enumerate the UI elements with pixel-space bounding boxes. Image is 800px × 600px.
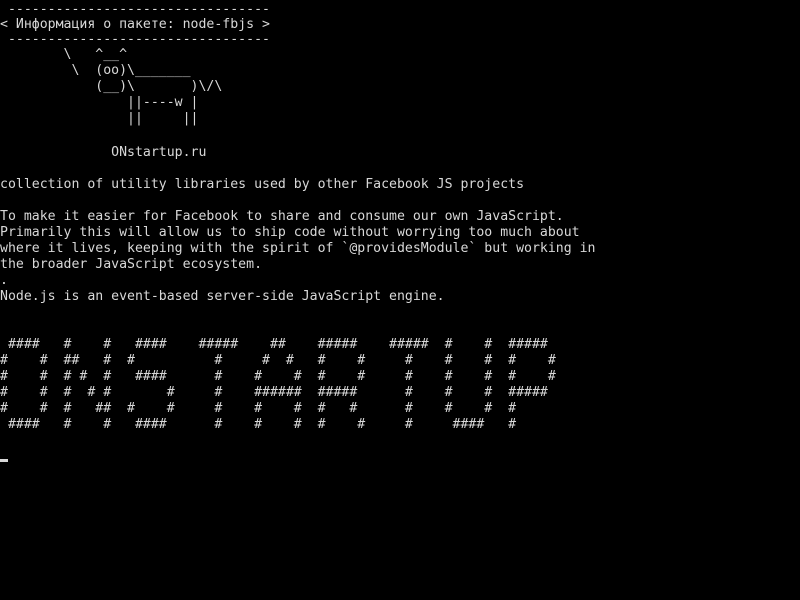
description-line: where it lives, keeping with the spirit … xyxy=(0,241,596,256)
package-summary: collection of utility libraries used by … xyxy=(0,177,525,192)
cow-line: || || xyxy=(0,111,199,126)
ascii-art-line: # # # # # # # ###### ##### # # # ##### xyxy=(0,385,548,400)
ascii-art-line: # # ## # # # # # # # # # # # # xyxy=(0,353,556,368)
terminal-screen[interactable]: --------------------------------- < Инфо… xyxy=(0,0,800,600)
cow-line: \ (oo)\_______ xyxy=(0,63,191,78)
ascii-art-line: #### # # #### ##### ## ##### ##### # # #… xyxy=(0,337,548,352)
banner-top-rule: --------------------------------- xyxy=(0,2,270,17)
node-description: Node.js is an event-based server-side Ja… xyxy=(0,289,445,304)
dot-line: . xyxy=(0,273,8,288)
cow-line: (__)\ )\/\ xyxy=(0,79,223,94)
cow-line: ||----w | xyxy=(0,95,199,110)
site-name: ONstartup.ru xyxy=(0,145,207,160)
ascii-art-line: # # # ## # # # # # # # # # # # xyxy=(0,401,517,416)
text-cursor xyxy=(0,459,8,462)
ascii-art-line: #### # # #### # # # # # # #### # xyxy=(0,417,517,432)
banner-title: < Информация о пакете: node-fbjs > xyxy=(0,17,270,32)
banner-bottom-rule: --------------------------------- xyxy=(0,32,270,47)
ascii-art-line: # # # # # #### # # # # # # # # # # xyxy=(0,369,556,384)
description-line: the broader JavaScript ecosystem. xyxy=(0,257,263,272)
description-line: Primarily this will allow us to ship cod… xyxy=(0,225,580,240)
cow-line: \ ^__^ xyxy=(0,47,128,62)
description-line: To make it easier for Facebook to share … xyxy=(0,209,564,224)
